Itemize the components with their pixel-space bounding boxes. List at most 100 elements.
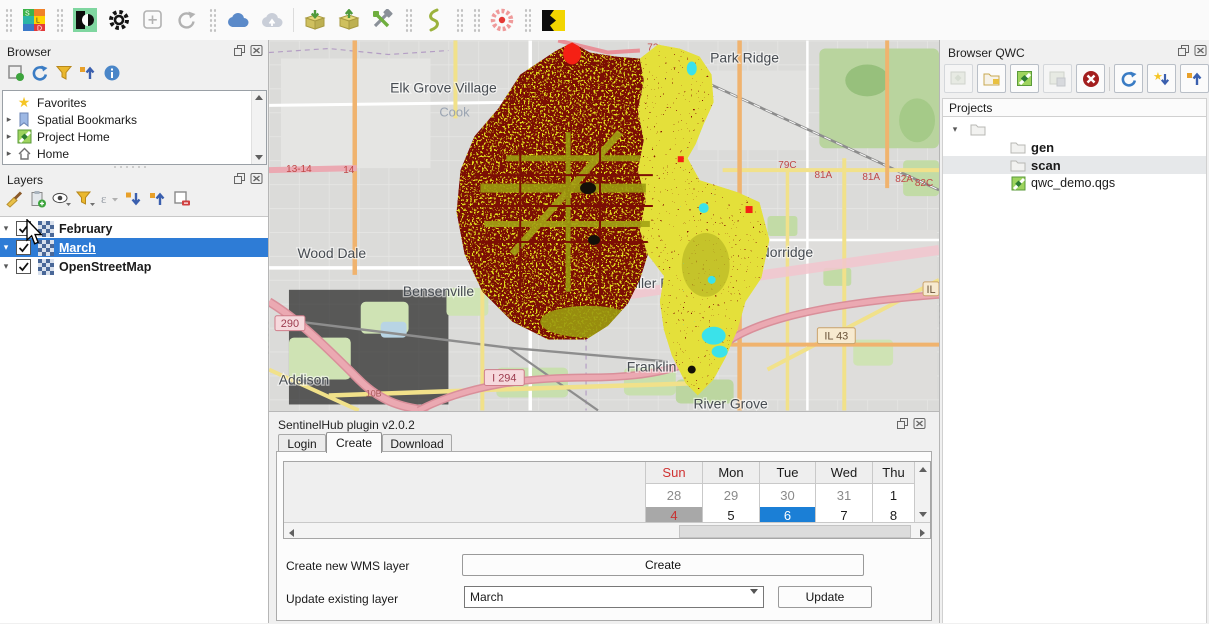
browser-tree-scrollbar[interactable]	[251, 91, 266, 164]
layer-checkbox[interactable]	[16, 259, 31, 274]
route-shield: 290	[281, 318, 299, 330]
cloud-download-icon[interactable]	[224, 6, 252, 34]
browser-refresh-icon[interactable]	[28, 62, 52, 84]
calendar-day-cell[interactable]: 8	[873, 507, 914, 523]
collapse-arrow-icon[interactable]: ▾	[949, 124, 961, 135]
browser-filter-icon[interactable]	[52, 62, 76, 84]
settings-gear-icon[interactable]	[105, 6, 133, 34]
toolbar-grip[interactable]	[405, 8, 412, 32]
calendar-hscroll-thumb[interactable]	[679, 525, 911, 538]
browser-item-favorites[interactable]: ★ Favorites	[3, 94, 266, 111]
calendar-day-cell[interactable]: 5	[703, 507, 759, 523]
qwc-root-folder[interactable]: ▾	[943, 120, 1206, 138]
plugin-panel-float-button[interactable]	[895, 417, 909, 430]
collapse-arrow-icon[interactable]: ▾	[0, 223, 12, 234]
update-button[interactable]: Update	[778, 586, 872, 608]
manage-themes-icon[interactable]	[50, 188, 74, 210]
calendar-widget[interactable]: Sun Mon Tue Wed Thu 28 29 30 31 1 4 5 6 …	[283, 461, 931, 539]
qwc-item-qwc-demo[interactable]: qwc_demo.qgs	[943, 174, 1206, 192]
qwc-delete-button[interactable]	[1076, 64, 1105, 93]
toolbar-grip[interactable]	[56, 8, 63, 32]
expand-arrow-icon[interactable]: ▸	[3, 148, 15, 159]
road-label: 79C	[778, 160, 796, 171]
collapse-all-icon[interactable]	[146, 188, 170, 210]
add-box-icon[interactable]	[139, 6, 167, 34]
calendar-day-cell[interactable]: 31	[816, 484, 872, 507]
package-install-icon[interactable]	[301, 6, 329, 34]
qwc-new-folder-button[interactable]	[977, 64, 1006, 93]
calendar-day-cell[interactable]: 1	[873, 484, 914, 507]
expand-arrow-icon[interactable]: ▸	[3, 131, 15, 142]
layer-select-combo[interactable]: March	[464, 586, 764, 608]
browser-item-project-home[interactable]: ▸ Project Home	[3, 128, 266, 145]
browser-add-layer-icon[interactable]	[4, 62, 28, 84]
qwc-expand-new-button[interactable]: ★	[1147, 64, 1176, 93]
qwc-new-project-button[interactable]	[1010, 64, 1039, 93]
qwc-panel-float-button[interactable]	[1176, 44, 1190, 57]
browser-info-icon[interactable]	[100, 62, 124, 84]
toolbar-grip[interactable]	[473, 8, 480, 32]
svg-text:D: D	[37, 26, 42, 33]
map-canvas[interactable]: Elk Grove Village Park Ridge Wood Dale B…	[269, 40, 939, 411]
layer-row-march[interactable]: ▾ March	[0, 238, 268, 257]
qwc-open-project-button[interactable]	[944, 64, 973, 93]
plugin-tools-icon[interactable]	[369, 6, 397, 34]
package-export-icon[interactable]	[335, 6, 363, 34]
road-label: 81A	[862, 172, 880, 183]
plugin-panel-close-button[interactable]	[912, 417, 926, 430]
toolbar-grip[interactable]	[524, 8, 531, 32]
remove-layer-icon[interactable]	[170, 188, 194, 210]
calendar-day-cell[interactable]: 30	[760, 484, 815, 507]
add-group-icon[interactable]	[26, 188, 50, 210]
calendar-day-cell-today[interactable]: 4	[646, 507, 702, 523]
contrast-plugin-icon[interactable]	[71, 6, 99, 34]
disc-plugin-icon[interactable]	[488, 6, 516, 34]
calendar-day-cell[interactable]: 28	[646, 484, 702, 507]
sentinelhub-icon[interactable]	[420, 6, 448, 34]
layers-panel-float-button[interactable]	[232, 172, 246, 185]
tab-download[interactable]: Download	[382, 434, 452, 452]
browser-panel-float-button[interactable]	[232, 44, 246, 57]
toolbar-grip[interactable]	[209, 8, 216, 32]
expand-arrow-icon[interactable]: ▸	[3, 114, 15, 125]
toolbar-grip[interactable]	[456, 8, 463, 32]
create-button[interactable]: Create	[462, 554, 864, 576]
calendar-day-cell[interactable]: 7	[816, 507, 872, 523]
qwc-panel-close-button[interactable]	[1193, 44, 1207, 57]
qwc-save-project-button[interactable]	[1043, 64, 1072, 93]
expand-all-icon[interactable]	[122, 188, 146, 210]
layer-checkbox[interactable]	[16, 240, 31, 255]
layers-panel-close-button[interactable]	[249, 172, 263, 185]
sentinelhub-plugin-panel: SentinelHub plugin v2.0.2 Login Create D…	[269, 411, 939, 624]
calendar-day-cell[interactable]: 29	[703, 484, 759, 507]
browser-item-spatial-bookmarks[interactable]: ▸ Spatial Bookmarks	[3, 111, 266, 128]
svg-text:★: ★	[1153, 71, 1163, 83]
toolbar-grip[interactable]	[5, 8, 12, 32]
reload-icon[interactable]	[173, 6, 201, 34]
layer-styling-icon[interactable]	[2, 188, 26, 210]
browser-panel-close-button[interactable]	[249, 44, 263, 57]
collapse-arrow-icon[interactable]: ▾	[0, 242, 12, 253]
flag-plugin-icon[interactable]	[539, 6, 567, 34]
browser-collapse-all-icon[interactable]	[76, 62, 100, 84]
calendar-vertical-scrollbar[interactable]	[914, 462, 930, 522]
tab-login[interactable]: Login	[278, 434, 326, 452]
calendar-day-cell-selected[interactable]: 6	[760, 507, 815, 523]
browser-item-home[interactable]: ▸ Home	[3, 145, 266, 162]
layer-row-openstreetmap[interactable]: ▾ OpenStreetMap	[0, 257, 268, 276]
sld-plugin-icon[interactable]: SLD	[20, 6, 48, 34]
qwc-refresh-button[interactable]	[1114, 64, 1143, 93]
qwc-item-gen[interactable]: gen	[943, 138, 1206, 156]
qwc-item-scan[interactable]: scan	[943, 156, 1206, 174]
collapse-arrow-icon[interactable]: ▾	[0, 261, 12, 272]
filter-expression-icon[interactable]: ε	[98, 188, 122, 210]
layer-row-february[interactable]: ▾ February	[0, 219, 268, 238]
qwc-collapse-all-button[interactable]	[1180, 64, 1209, 93]
qwc-tree-header[interactable]: Projects	[942, 98, 1207, 117]
filter-legend-icon[interactable]	[74, 188, 98, 210]
layer-checkbox[interactable]	[16, 221, 31, 236]
tab-create[interactable]: Create	[326, 432, 382, 453]
bookmark-icon	[15, 112, 33, 128]
cloud-upload-icon[interactable]	[258, 6, 286, 34]
calendar-horizontal-scrollbar[interactable]	[284, 522, 930, 538]
